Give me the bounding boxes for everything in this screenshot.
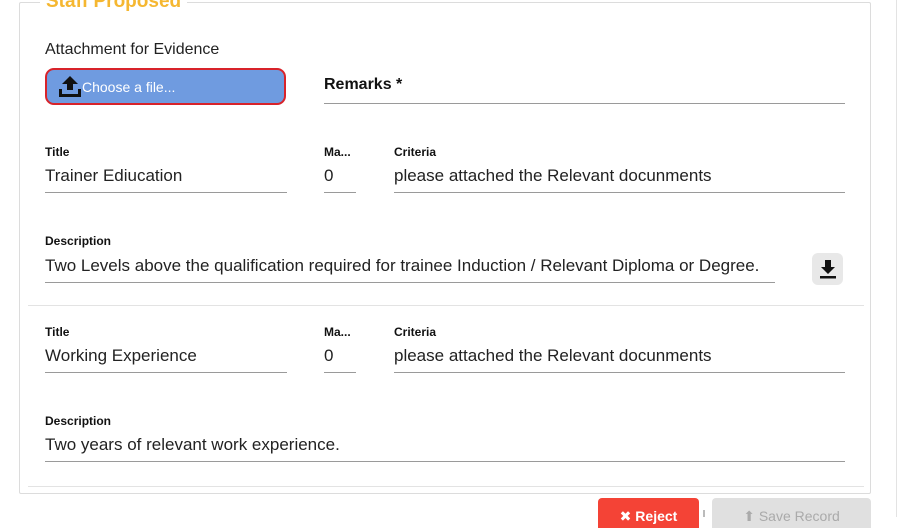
description-label-1: Description (45, 234, 112, 248)
choose-file-button[interactable]: Choose a file... (45, 68, 286, 105)
download-icon (819, 260, 836, 279)
row-divider (28, 305, 864, 306)
title-value-1: Trainer Ediucation (45, 166, 287, 193)
description-value-1: Two Levels above the qualification requi… (45, 256, 775, 283)
button-separator (703, 510, 705, 517)
download-button[interactable] (812, 253, 843, 285)
attachment-label: Attachment for Evidence (45, 41, 220, 58)
remarks-label: Remarks * (324, 76, 403, 93)
criteria-label-2: Criteria (394, 325, 437, 339)
save-record-button[interactable]: ⬆ Save Record (712, 498, 871, 528)
criteria-value-1: please attached the Relevant docunments (394, 166, 845, 193)
marks-label-2: Ma... (324, 325, 351, 339)
criteria-label-1: Criteria (394, 145, 437, 159)
title-label-1: Title (45, 145, 70, 159)
bottom-divider (28, 486, 864, 487)
panel-legend: Staff Proposed (46, 0, 182, 12)
marks-value-2: 0 (324, 346, 356, 373)
reject-button[interactable]: ✖ Reject (598, 498, 699, 528)
page-edge-divider (896, 0, 897, 517)
marks-label-1: Ma... (324, 145, 351, 159)
title-value-2: Working Experience (45, 346, 287, 373)
upload-icon (59, 75, 81, 97)
marks-value-1: 0 (324, 166, 356, 193)
title-label-2: Title (45, 325, 70, 339)
choose-file-label: Choose a file... (82, 78, 176, 95)
description-label-2: Description (45, 414, 112, 428)
remarks-field[interactable]: Remarks * (324, 76, 845, 104)
description-value-2: Two years of relevant work experience. (45, 435, 845, 462)
criteria-value-2: please attached the Relevant docunments (394, 346, 845, 373)
